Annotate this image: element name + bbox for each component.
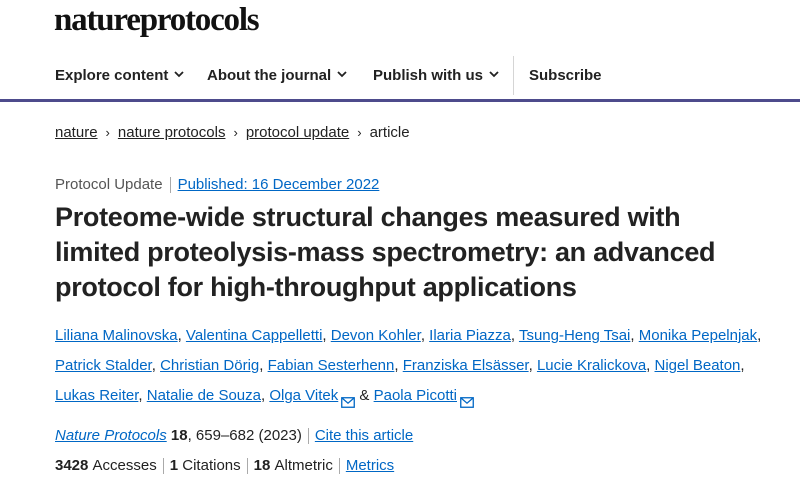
author-link[interactable]: Devon Kohler	[331, 327, 421, 344]
author-link[interactable]: Patrick Stalder	[55, 357, 152, 374]
journal-link[interactable]: Nature Protocols	[55, 427, 167, 444]
author-link[interactable]: Fabian Sesterhenn	[268, 357, 395, 374]
breadcrumb-separator-icon: ›	[357, 125, 362, 140]
email-icon[interactable]	[460, 389, 474, 408]
author-link[interactable]: Lucie Kralickova	[537, 357, 646, 374]
article-meta: Protocol Update Published: 16 December 20…	[55, 176, 380, 194]
nav-explore-content-label: Explore content	[55, 67, 169, 84]
author-link[interactable]: Christian Dörig	[160, 357, 259, 374]
nav-explore-content[interactable]: Explore content	[55, 52, 184, 99]
breadcrumb-protocol-update[interactable]: protocol update	[246, 124, 349, 141]
author-separator: ,	[630, 327, 639, 344]
author-link[interactable]: Franziska Elsässer	[403, 357, 529, 374]
citations-label: Citations	[182, 457, 241, 474]
article-metrics: 3428 Accesses 1 Citations 18 Altmetric Metr…	[55, 457, 394, 475]
author-separator: ,	[151, 357, 161, 374]
author-separator: ,	[259, 357, 268, 374]
author-link[interactable]: Monika Pepelnjak	[639, 327, 757, 344]
author-list: Liliana Malinovska, Valentina Cappellett…	[55, 321, 785, 411]
breadcrumb-separator-icon: ›	[105, 125, 110, 140]
subscribe-link[interactable]: Subscribe	[529, 52, 602, 99]
nav-about-the-journal[interactable]: About the journal	[207, 52, 347, 99]
metrics-link[interactable]: Metrics	[346, 457, 394, 474]
article-type: Protocol Update	[55, 176, 163, 193]
top-navigation: Explore content About the journal Publis…	[0, 52, 800, 102]
nav-publish-with-us-label: Publish with us	[373, 67, 484, 84]
author-separator: ,	[420, 327, 430, 344]
author-separator: ,	[528, 357, 537, 374]
meta-divider	[169, 177, 171, 194]
citation-divider	[307, 428, 309, 445]
breadcrumb-nature[interactable]: nature	[55, 124, 98, 141]
accesses-label: Accesses	[92, 457, 157, 474]
nav-divider	[513, 56, 514, 95]
site-logo[interactable]: natureprotocols	[54, 2, 260, 39]
author-link[interactable]: Natalie de Souza	[147, 387, 261, 404]
chevron-down-icon	[489, 71, 499, 78]
cite-this-article-link[interactable]: Cite this article	[315, 427, 413, 444]
altmetric-score: 18	[253, 457, 271, 474]
author-link[interactable]: Valentina Cappelletti	[186, 327, 322, 344]
journal-pages-year: , 659–682 (2023)	[187, 427, 302, 444]
author-and: &	[355, 387, 374, 404]
published-date[interactable]: Published: 16 December 2022	[178, 176, 380, 193]
altmetric-label: Altmetric	[274, 457, 333, 474]
author-link[interactable]: Nigel Beaton	[655, 357, 741, 374]
chevron-down-icon	[174, 71, 184, 78]
author-separator: ,	[177, 327, 186, 344]
author-separator: ,	[740, 357, 745, 374]
breadcrumb-separator-icon: ›	[233, 125, 238, 140]
metrics-divider	[246, 458, 248, 475]
breadcrumb-current: article	[369, 124, 410, 141]
author-link[interactable]: Paola Picotti	[374, 387, 457, 404]
citations-count: 1	[169, 457, 179, 474]
breadcrumb: nature › nature protocols › protocol update ›…	[55, 124, 410, 141]
nav-publish-with-us[interactable]: Publish with us	[373, 52, 499, 99]
author-separator: ,	[646, 357, 655, 374]
chevron-down-icon	[337, 71, 347, 78]
nav-about-the-journal-label: About the journal	[207, 67, 332, 84]
author-separator: ,	[138, 387, 147, 404]
author-separator: ,	[510, 327, 519, 344]
author-link[interactable]: Ilaria Piazza	[429, 327, 511, 344]
metrics-divider	[338, 458, 340, 475]
breadcrumb-nature-protocols[interactable]: nature protocols	[118, 124, 226, 141]
metrics-divider	[162, 458, 164, 475]
journal-volume: 18	[170, 427, 188, 444]
author-separator: ,	[322, 327, 331, 344]
email-icon[interactable]	[341, 389, 356, 408]
journal-citation: Nature Protocols 18, 659–682 (2023) Cite …	[55, 427, 413, 445]
author-separator: ,	[394, 357, 403, 374]
accesses-count: 3428	[55, 457, 89, 474]
author-link[interactable]: Tsung-Heng Tsai	[519, 327, 630, 344]
author-separator: ,	[757, 327, 762, 344]
author-link[interactable]: Liliana Malinovska	[55, 327, 178, 344]
author-link[interactable]: Lukas Reiter	[55, 387, 138, 404]
article-title: Proteome-wide structural changes measure…	[55, 202, 716, 302]
author-link[interactable]: Olga Vitek	[269, 387, 338, 404]
